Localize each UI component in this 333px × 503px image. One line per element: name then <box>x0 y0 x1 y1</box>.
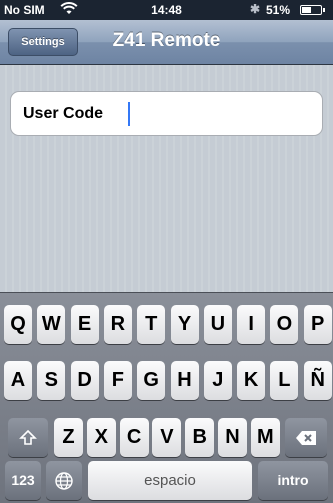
key-a[interactable]: A <box>4 361 32 400</box>
content-area: User Code <box>0 65 333 292</box>
shift-key[interactable] <box>8 418 48 457</box>
key-h[interactable]: H <box>170 361 199 400</box>
key-r[interactable]: R <box>103 305 132 344</box>
return-key[interactable]: intro <box>258 461 328 500</box>
bluetooth-icon: ✱ <box>250 2 261 16</box>
key-c[interactable]: C <box>119 418 149 457</box>
key-q[interactable]: Q <box>4 305 32 344</box>
key-g[interactable]: G <box>137 361 166 400</box>
key-y[interactable]: Y <box>170 305 199 344</box>
keyboard: QWERTYUIOP ASDFGHJKLÑ ZXCVBNM 123 espaci… <box>0 292 333 503</box>
key-d[interactable]: D <box>70 361 99 400</box>
text-cursor <box>128 102 130 126</box>
key-n[interactable]: N <box>218 418 247 457</box>
key-x[interactable]: X <box>86 418 116 457</box>
backspace-icon <box>295 426 317 448</box>
key-i[interactable]: I <box>237 305 266 344</box>
globe-icon <box>54 469 74 491</box>
page-title: Z41 Remote <box>112 30 221 51</box>
key-b[interactable]: B <box>185 418 215 457</box>
key-l[interactable]: L <box>270 361 299 400</box>
key-s[interactable]: S <box>37 361 66 400</box>
battery-percent: 51% <box>266 3 291 17</box>
key-z[interactable]: Z <box>54 418 83 457</box>
key-v[interactable]: V <box>152 418 182 457</box>
status-bar: No SIM 14:48 ✱ 51% <box>0 0 333 20</box>
key-t[interactable]: T <box>137 305 166 344</box>
key-ñ[interactable]: Ñ <box>303 361 332 400</box>
space-key[interactable]: espacio <box>88 461 252 500</box>
battery-icon <box>300 5 325 15</box>
shift-icon <box>19 426 37 448</box>
key-f[interactable]: F <box>103 361 132 400</box>
numbers-key[interactable]: 123 <box>5 461 41 500</box>
user-code-label: User Code <box>23 105 104 122</box>
backspace-key[interactable] <box>285 418 327 457</box>
key-u[interactable]: U <box>203 305 232 344</box>
key-p[interactable]: P <box>303 305 332 344</box>
navigation-bar: Settings Z41 Remote <box>0 20 333 65</box>
key-o[interactable]: O <box>270 305 299 344</box>
user-code-field[interactable]: User Code <box>10 91 323 136</box>
key-j[interactable]: J <box>203 361 232 400</box>
globe-key[interactable] <box>46 461 82 500</box>
key-e[interactable]: E <box>70 305 99 344</box>
key-m[interactable]: M <box>250 418 280 457</box>
key-k[interactable]: K <box>237 361 266 400</box>
key-w[interactable]: W <box>37 305 66 344</box>
